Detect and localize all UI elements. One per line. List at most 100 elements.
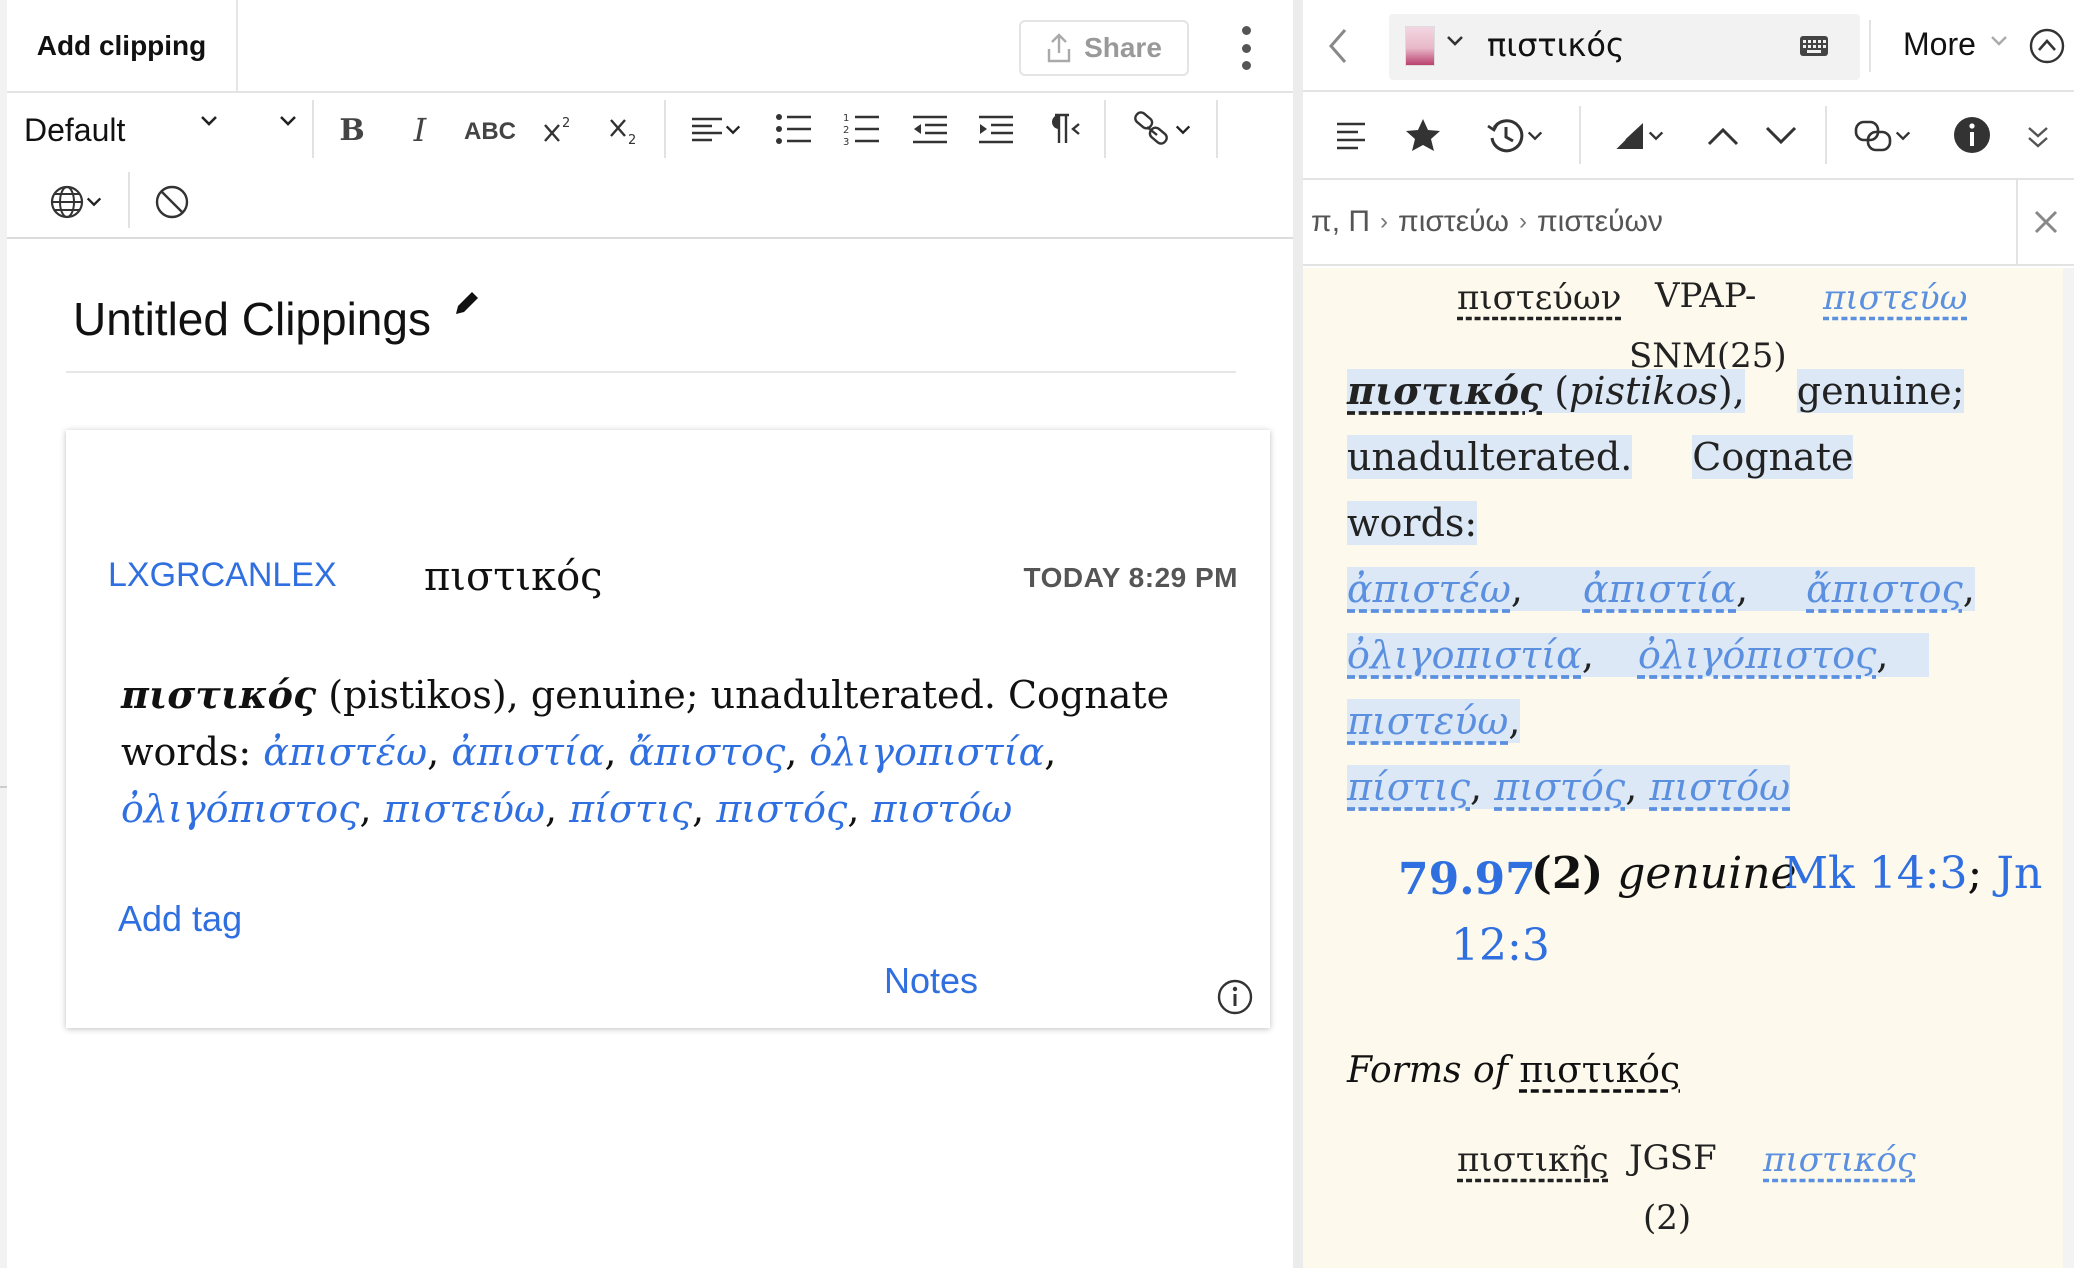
forms-lemma: πιστικός (1519, 1050, 1681, 1091)
parsing-code: JGSF (1629, 1138, 1717, 1178)
cognate-link[interactable]: ἀπιστέω (1347, 567, 1511, 611)
resource-header: πιστικός More (1303, 0, 2074, 92)
link-set-dropdown[interactable] (1843, 114, 1923, 158)
collapse-up-icon[interactable] (2029, 28, 2065, 64)
resource-reference-input[interactable]: πιστικός (1487, 26, 1625, 64)
italic-icon[interactable]: I (404, 108, 436, 152)
parsing-code: VPAP- (1655, 276, 1757, 316)
entry-cognate-label: words: (1347, 501, 1478, 545)
chevron-down-icon (1447, 36, 1463, 46)
pencil-icon[interactable] (452, 288, 482, 318)
resource-info-icon[interactable] (1951, 114, 1993, 156)
paragraph-direction-icon[interactable] (1044, 110, 1084, 148)
link-icon (1134, 111, 1168, 145)
bible-reference-link[interactable]: Mk 14:3 (1783, 848, 1968, 899)
language-dropdown[interactable] (36, 180, 116, 224)
card-timestamp: TODAY 8:29 PM (1023, 562, 1238, 593)
share-label: Share (1084, 32, 1162, 63)
resource-panel: πιστικός More π, Π › πιστεύω › πιστεύων … (1303, 0, 2074, 1268)
more-options-icon[interactable] (1231, 26, 1261, 70)
breadcrumb-item[interactable]: πιστεύω (1398, 205, 1509, 239)
cognate-link[interactable]: πιστόω (1649, 765, 1790, 809)
clear-format-icon[interactable] (150, 180, 194, 224)
document-title[interactable]: Untitled Clippings (73, 292, 431, 346)
cognate-link[interactable]: πιστόω (872, 787, 1013, 831)
tab-add-clipping[interactable]: Add clipping (7, 0, 238, 91)
cognate-link[interactable]: πίστις (1347, 765, 1470, 809)
superscript-icon[interactable]: 2 (540, 110, 576, 150)
cognate-link[interactable]: πιστός (1494, 765, 1625, 809)
panel-divider[interactable] (1293, 0, 1303, 1268)
form-word: πιστεύων (1457, 278, 1622, 318)
cognate-link[interactable]: ὀλιγόπιστος (1638, 633, 1876, 677)
small-caps-icon[interactable]: ABC (464, 112, 516, 152)
card-source-link[interactable]: LXGRCANLEX (108, 556, 337, 595)
back-icon[interactable] (1323, 24, 1353, 68)
align-dropdown[interactable] (684, 112, 748, 148)
history-dropdown[interactable] (1477, 114, 1553, 158)
cognate-link[interactable]: πίστις (569, 787, 692, 831)
bible-reference-link[interactable]: Jn (1996, 848, 2042, 899)
left-edge (0, 0, 7, 1268)
entry-gloss: genuine; (1796, 369, 1965, 413)
style-select[interactable]: Default (24, 108, 224, 152)
reference-count: (2) (1531, 848, 1604, 899)
resource-selector[interactable]: πιστικός (1389, 14, 1860, 80)
lemma-link[interactable]: πιστεύω (1823, 278, 1967, 318)
content-scrollbar[interactable] (2063, 268, 2074, 1268)
card-body: πιστικός (pistikos), genuine; unadultera… (121, 672, 1170, 831)
link-set-icon (1854, 120, 1892, 152)
style-select-value: Default (24, 111, 126, 148)
more-menu-button[interactable]: More (1903, 26, 1976, 63)
table-of-contents-icon[interactable] (1333, 116, 1369, 156)
bible-reference-link[interactable]: 12:3 (1451, 920, 1550, 971)
clipping-card: LXGRCANLEX πιστικός TODAY 8:29 PM πιστικ… (66, 430, 1270, 1028)
next-result-icon[interactable] (1761, 120, 1801, 152)
breadcrumb: π, Π › πιστεύω › πιστεύων (1303, 180, 2074, 266)
font-size-dropdown[interactable] (278, 114, 298, 128)
cognate-link[interactable]: ἀπιστία (1583, 567, 1736, 611)
close-icon[interactable] (2032, 208, 2060, 236)
cognate-link[interactable]: ὀλιγόπιστος (121, 787, 359, 831)
parsing-code-count: (2) (1643, 1198, 1692, 1238)
favorites-star-icon[interactable] (1403, 114, 1443, 156)
breadcrumb-item[interactable]: πιστεύων (1537, 205, 1663, 239)
visual-filters-dropdown[interactable] (1603, 116, 1675, 156)
svg-text:2: 2 (628, 133, 636, 148)
cognate-link[interactable]: ἀπιστία (451, 730, 604, 774)
bullet-list-icon[interactable] (774, 110, 814, 148)
cognate-link[interactable]: ἀπιστέω (263, 730, 427, 774)
add-tag-link[interactable]: Add tag (118, 898, 242, 940)
chevron-down-icon (1648, 131, 1664, 141)
subscript-icon[interactable]: 2 (606, 112, 642, 152)
entry-gloss: unadulterated. (1347, 435, 1633, 479)
numbered-list-icon[interactable]: 123 (842, 110, 882, 148)
link-dropdown[interactable] (1122, 108, 1202, 152)
cognate-link[interactable]: ἄπιστος (629, 730, 786, 774)
card-lemma: πιστικός (121, 672, 317, 717)
resource-cover-icon (1405, 26, 1435, 66)
outdent-icon[interactable] (910, 112, 950, 148)
share-button[interactable]: Share (1019, 20, 1189, 76)
keyboard-icon[interactable] (1799, 34, 1829, 58)
bold-icon[interactable]: B (336, 108, 368, 152)
lexicon-entry: πιστικός (pistikos), genuine; unadulterat… (1347, 368, 1975, 809)
svg-text:2: 2 (562, 116, 570, 131)
breadcrumb-item[interactable]: π, Π (1311, 205, 1370, 239)
forms-heading: Forms of πιστικός (1347, 1050, 1680, 1091)
notes-link[interactable]: Notes (884, 960, 978, 1002)
svg-text:3: 3 (843, 137, 849, 146)
entry-cognate-label: Cognate (1692, 435, 1854, 479)
previous-result-icon[interactable] (1703, 120, 1743, 152)
lemma-link[interactable]: πιστικός (1763, 1140, 1916, 1180)
cognate-link[interactable]: πιστός (716, 787, 847, 831)
cognate-link[interactable]: ἄπιστος (1806, 567, 1963, 611)
expand-toolbar-icon[interactable] (2023, 122, 2053, 152)
cognate-link[interactable]: ὀλιγοπιστία (809, 730, 1044, 774)
louw-nida-number[interactable]: 79.97 (1398, 854, 1536, 905)
cognate-link[interactable]: πιστεύω (1347, 699, 1508, 743)
info-icon[interactable] (1216, 978, 1254, 1016)
indent-icon[interactable] (976, 112, 1016, 148)
cognate-link[interactable]: πιστεύω (384, 787, 545, 831)
cognate-link[interactable]: ὀλιγοπιστία (1347, 633, 1582, 677)
